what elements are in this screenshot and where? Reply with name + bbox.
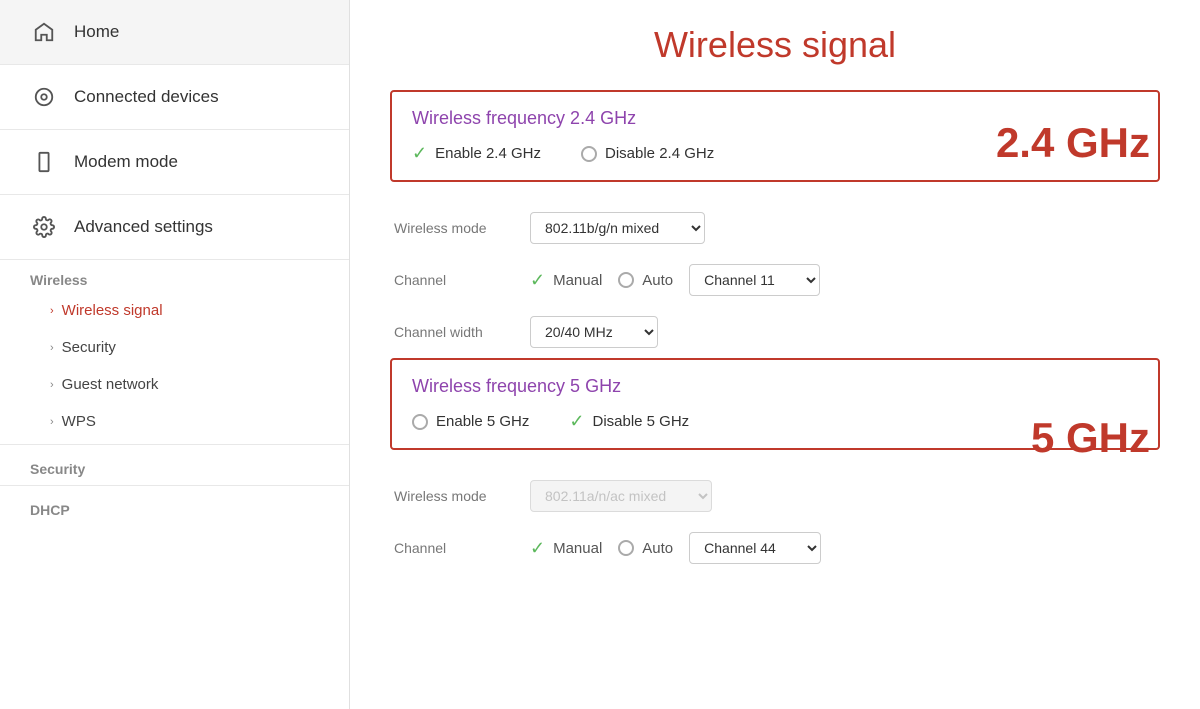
content-wrapper: Wireless signal 2.4 GHz Wireless frequen… — [390, 24, 1160, 574]
channel-manual-label-5: Manual — [553, 540, 602, 557]
security-label: Security — [62, 339, 116, 356]
channel-row-24: Channel ✓ Manual Auto Channel 11 — [394, 254, 1156, 306]
sidebar-modem-mode-label: Modem mode — [74, 152, 178, 172]
sidebar-item-security[interactable]: › Security — [0, 329, 349, 366]
enable-24ghz-label: Enable 2.4 GHz — [435, 145, 541, 162]
wireless-mode-label-5: Wireless mode — [394, 488, 514, 504]
sidebar-item-advanced-settings[interactable]: Advanced settings — [0, 195, 349, 260]
wireless-mode-label-24: Wireless mode — [394, 220, 514, 236]
channel-manual-check-24: ✓ — [530, 270, 545, 291]
settings-5ghz: Wireless mode 802.11a/n/ac mixed Channel… — [390, 470, 1160, 574]
enable-24ghz-option[interactable]: ✓ Enable 2.4 GHz — [412, 143, 541, 164]
channel-value-select-5[interactable]: Channel 44 — [689, 532, 821, 564]
disable-5ghz-label: Disable 5 GHz — [592, 413, 689, 430]
channel-width-row-24: Channel width 20/40 MHz — [394, 306, 1156, 358]
annotation-5ghz: 5 GHz — [1031, 414, 1150, 462]
enable-5ghz-label: Enable 5 GHz — [436, 413, 529, 430]
sidebar: Home Connected devices Modem mode — [0, 0, 350, 709]
channel-controls-24: ✓ Manual Auto Channel 11 — [530, 264, 820, 296]
channel-manual-option-24[interactable]: ✓ Manual — [530, 270, 602, 291]
freq-5ghz-title: Wireless frequency 5 GHz — [412, 376, 1138, 397]
channel-auto-label-24: Auto — [642, 272, 673, 289]
channel-width-label-24: Channel width — [394, 324, 514, 340]
channel-label-24: Channel — [394, 272, 514, 288]
sidebar-item-connected-devices[interactable]: Connected devices — [0, 65, 349, 130]
chevron-right-icon: › — [50, 305, 54, 317]
enable-5ghz-radio — [412, 414, 428, 430]
sidebar-section-dhcp: DHCP — [0, 490, 349, 522]
channel-value-select-24[interactable]: Channel 11 — [689, 264, 820, 296]
disable-5ghz-option[interactable]: ✓ Disable 5 GHz — [569, 411, 689, 432]
sidebar-section-wireless: Wireless — [0, 260, 349, 292]
modem-icon — [30, 148, 58, 176]
connected-devices-icon — [30, 83, 58, 111]
sidebar-home-label: Home — [74, 22, 119, 42]
sidebar-section-security: Security — [0, 449, 349, 481]
page-title: Wireless signal — [390, 24, 1160, 66]
main-content: Wireless signal 2.4 GHz Wireless frequen… — [350, 0, 1200, 709]
settings-24ghz: Wireless mode 802.11b/g/n mixed Channel … — [390, 202, 1160, 358]
sidebar-connected-devices-label: Connected devices — [74, 87, 219, 107]
enable-24ghz-check: ✓ — [412, 143, 427, 164]
wireless-mode-select-24[interactable]: 802.11b/g/n mixed — [530, 212, 705, 244]
channel-controls-5: ✓ Manual Auto Channel 44 — [530, 532, 821, 564]
channel-manual-check-5: ✓ — [530, 538, 545, 559]
disable-24ghz-radio — [581, 146, 597, 162]
sidebar-item-home[interactable]: Home — [0, 0, 349, 65]
channel-label-5: Channel — [394, 540, 514, 556]
freq-5ghz-radio-row: Enable 5 GHz ✓ Disable 5 GHz — [412, 411, 1138, 432]
disable-24ghz-label: Disable 2.4 GHz — [605, 145, 714, 162]
chevron-right-icon: › — [50, 379, 54, 391]
sidebar-advanced-settings-label: Advanced settings — [74, 217, 213, 237]
disable-24ghz-option[interactable]: Disable 2.4 GHz — [581, 145, 714, 162]
home-icon — [30, 18, 58, 46]
disable-5ghz-check: ✓ — [569, 411, 584, 432]
channel-auto-label-5: Auto — [642, 540, 673, 557]
chevron-right-icon: › — [50, 342, 54, 354]
wireless-signal-label: Wireless signal — [62, 302, 163, 319]
wireless-mode-row-24: Wireless mode 802.11b/g/n mixed — [394, 202, 1156, 254]
channel-manual-option-5[interactable]: ✓ Manual — [530, 538, 602, 559]
channel-row-5: Channel ✓ Manual Auto Channel 44 — [394, 522, 1156, 574]
enable-5ghz-option[interactable]: Enable 5 GHz — [412, 413, 529, 430]
guest-network-label: Guest network — [62, 376, 159, 393]
wps-label: WPS — [62, 413, 96, 430]
chevron-right-icon: › — [50, 416, 54, 428]
sidebar-item-modem-mode[interactable]: Modem mode — [0, 130, 349, 195]
channel-auto-option-24[interactable]: Auto — [618, 272, 673, 289]
sidebar-item-wps[interactable]: › WPS — [0, 403, 349, 440]
channel-width-select-24[interactable]: 20/40 MHz — [530, 316, 658, 348]
channel-auto-option-5[interactable]: Auto — [618, 540, 673, 557]
channel-auto-radio-24 — [618, 272, 634, 288]
sidebar-item-wireless-signal[interactable]: › Wireless signal — [0, 292, 349, 329]
annotation-24ghz: 2.4 GHz — [996, 119, 1150, 167]
channel-auto-radio-5 — [618, 540, 634, 556]
sidebar-item-guest-network[interactable]: › Guest network — [0, 366, 349, 403]
gear-icon — [30, 213, 58, 241]
channel-manual-label-24: Manual — [553, 272, 602, 289]
wireless-mode-row-5: Wireless mode 802.11a/n/ac mixed — [394, 470, 1156, 522]
wireless-mode-select-5[interactable]: 802.11a/n/ac mixed — [530, 480, 712, 512]
